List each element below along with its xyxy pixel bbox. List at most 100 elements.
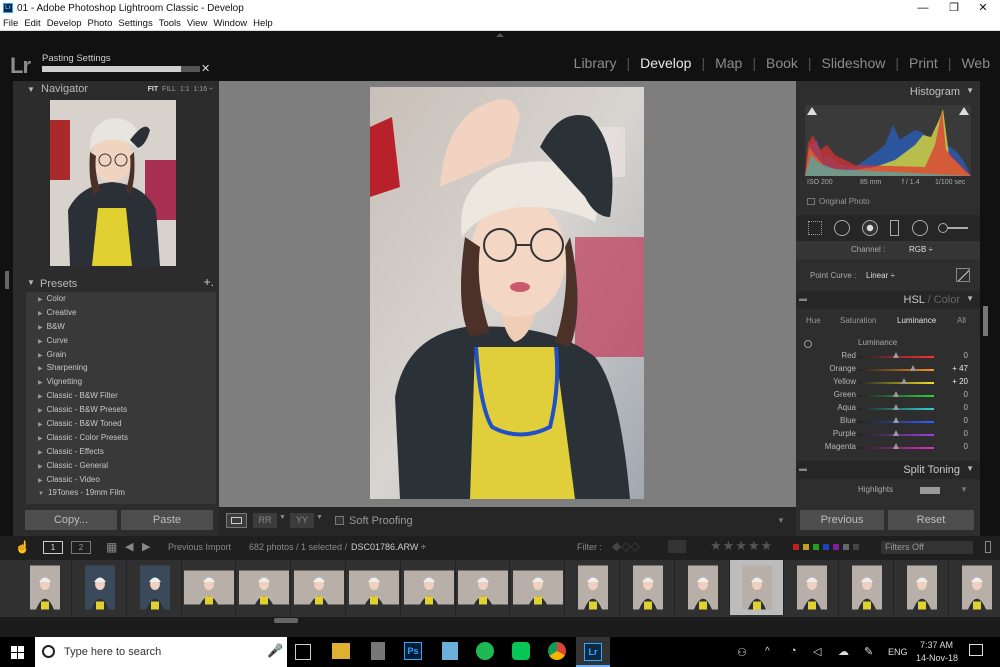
cancel-activity-icon[interactable]: ✕: [201, 62, 210, 75]
filmstrip-thumbnail[interactable]: [237, 560, 292, 615]
volume-icon[interactable]: ◁: [813, 645, 821, 658]
filmstrip-thumbnail[interactable]: [402, 560, 456, 615]
other-label-filter[interactable]: [843, 544, 849, 550]
zoom-1-1[interactable]: 1:1: [180, 86, 190, 93]
radial-filter-icon[interactable]: [912, 220, 928, 236]
slider-handle[interactable]: [910, 365, 917, 371]
split-toning-header[interactable]: ▬ Split Toning ▼: [796, 461, 980, 479]
filmstrip-thumbnail[interactable]: [730, 560, 785, 615]
preset-folder[interactable]: ▶ Classic - Effects: [26, 445, 216, 459]
preset-folder[interactable]: ▶ Classic - Video: [26, 473, 216, 487]
slider-value[interactable]: 0: [938, 351, 968, 360]
hand-icon[interactable]: ☝: [15, 540, 30, 554]
language-indicator[interactable]: ENG: [888, 647, 908, 657]
hsl-header[interactable]: ▬ HSL / Color ▼: [796, 291, 980, 309]
blue-label-filter[interactable]: [823, 544, 829, 550]
filmstrip-thumbnail[interactable]: [292, 560, 346, 615]
slider-value[interactable]: 0: [938, 442, 968, 451]
loupe-view-button[interactable]: [226, 513, 247, 528]
photoshop-icon[interactable]: Ps: [404, 642, 422, 660]
red-label-filter[interactable]: [793, 544, 799, 550]
dropdown-arrow-icon[interactable]: ▼: [279, 514, 286, 521]
slider-value[interactable]: + 20: [938, 377, 968, 386]
minimize-button[interactable]: —: [908, 1, 938, 16]
onedrive-icon[interactable]: ☁: [838, 645, 849, 658]
pen-icon[interactable]: ✎: [864, 645, 873, 658]
zoom-fit[interactable]: FIT: [148, 86, 159, 93]
add-preset-icon[interactable]: +.: [204, 275, 214, 289]
navigator-preview[interactable]: [50, 100, 176, 266]
clock-time[interactable]: 7:37 AM: [920, 640, 953, 650]
panel-switch-icon[interactable]: ▬: [799, 464, 807, 473]
spot-removal-icon[interactable]: [834, 220, 850, 236]
slider-handle[interactable]: [893, 391, 899, 397]
zoom-1-16[interactable]: 1:16 ÷: [194, 86, 213, 93]
tab-all[interactable]: All: [957, 316, 966, 325]
preset-folder[interactable]: ▶ B&W: [26, 320, 216, 334]
menu-edit[interactable]: Edit: [21, 17, 43, 30]
slider-value[interactable]: 0: [938, 429, 968, 438]
module-book[interactable]: Book: [766, 55, 798, 71]
before-after-button[interactable]: RR: [253, 513, 277, 528]
preset-folder[interactable]: ▶ Classic - General: [26, 459, 216, 473]
slider-value[interactable]: 0: [938, 403, 968, 412]
filmstrip-thumbnail[interactable]: [73, 560, 127, 615]
slider-handle[interactable]: [893, 430, 899, 436]
source-label[interactable]: Previous Import: [168, 542, 231, 552]
selected-filename[interactable]: DSC01786.ARW ÷: [351, 542, 426, 552]
slider-track[interactable]: [858, 369, 934, 371]
taskbar-search-box[interactable]: Type here to search 🎤: [35, 637, 287, 667]
module-print[interactable]: Print: [909, 55, 938, 71]
filmstrip-thumbnail[interactable]: [840, 560, 894, 615]
preset-folder[interactable]: ▼ 19Tones - 19mm Film: [26, 486, 216, 500]
histogram-chart[interactable]: [805, 105, 971, 176]
filmstrip-thumbnail[interactable]: [182, 560, 237, 615]
lightroom-taskbar-button[interactable]: Lr: [576, 637, 610, 667]
menu-develop[interactable]: Develop: [44, 17, 85, 30]
panel-switch-icon[interactable]: ▬: [799, 294, 807, 303]
filmstrip-thumbnail[interactable]: [511, 560, 566, 615]
left-scrollbar-thumb[interactable]: [5, 271, 9, 289]
filters-dropdown[interactable]: Filters Off: [881, 541, 973, 554]
network-icon[interactable]: ◔: [790, 645, 797, 657]
reset-button[interactable]: Reset: [888, 510, 974, 530]
filmstrip-thumbnail[interactable]: [895, 560, 949, 615]
toolbar-menu-icon[interactable]: ▼: [777, 516, 785, 525]
slider-track[interactable]: [858, 382, 934, 384]
purple-label-filter[interactable]: [833, 544, 839, 550]
filmstrip-scrollbar-thumb[interactable]: [274, 618, 298, 623]
module-library[interactable]: Library: [574, 55, 617, 71]
filter-lock-icon[interactable]: [985, 541, 991, 553]
star-rating-filter[interactable]: ★★★★★: [710, 538, 773, 554]
highlights-swatch[interactable]: [920, 487, 940, 494]
paste-button[interactable]: Paste: [121, 510, 213, 530]
menu-tools[interactable]: Tools: [156, 17, 184, 30]
filmstrip-thumbnail[interactable]: [950, 560, 1000, 615]
histogram-header[interactable]: Histogram ▼: [796, 86, 980, 98]
maximize-button[interactable]: ❐: [939, 1, 969, 16]
filmstrip-thumbnail[interactable]: [128, 560, 182, 615]
channel-select[interactable]: RGB ÷: [909, 245, 933, 254]
close-button[interactable]: ✕: [968, 1, 998, 16]
menu-help[interactable]: Help: [250, 17, 276, 30]
module-map[interactable]: Map: [715, 55, 742, 71]
soft-proofing-checkbox[interactable]: [335, 516, 344, 525]
preset-folder[interactable]: ▶ Vignetting: [26, 375, 216, 389]
edit-point-curve-icon[interactable]: [956, 268, 970, 282]
clock-date[interactable]: 14-Nov-18: [916, 653, 958, 663]
notifications-icon[interactable]: [969, 644, 983, 656]
tab-hue[interactable]: Hue: [806, 316, 821, 325]
menu-window[interactable]: Window: [210, 17, 250, 30]
preset-folder[interactable]: ▶ Sharpening: [26, 361, 216, 375]
yellow-label-filter[interactable]: [803, 544, 809, 550]
slider-handle[interactable]: [900, 378, 907, 384]
filmstrip-thumbnail[interactable]: [566, 560, 620, 615]
flag-filter-icon[interactable]: ◆◇◇: [612, 539, 640, 553]
targeted-adjustment-icon[interactable]: [804, 340, 812, 348]
menu-view[interactable]: View: [184, 17, 210, 30]
chrome-icon[interactable]: [548, 642, 566, 660]
filmstrip-thumbnail[interactable]: [18, 560, 72, 615]
tab-luminance[interactable]: Luminance: [897, 316, 936, 325]
crop-tool-icon[interactable]: [808, 221, 822, 235]
slider-handle[interactable]: [893, 443, 899, 449]
